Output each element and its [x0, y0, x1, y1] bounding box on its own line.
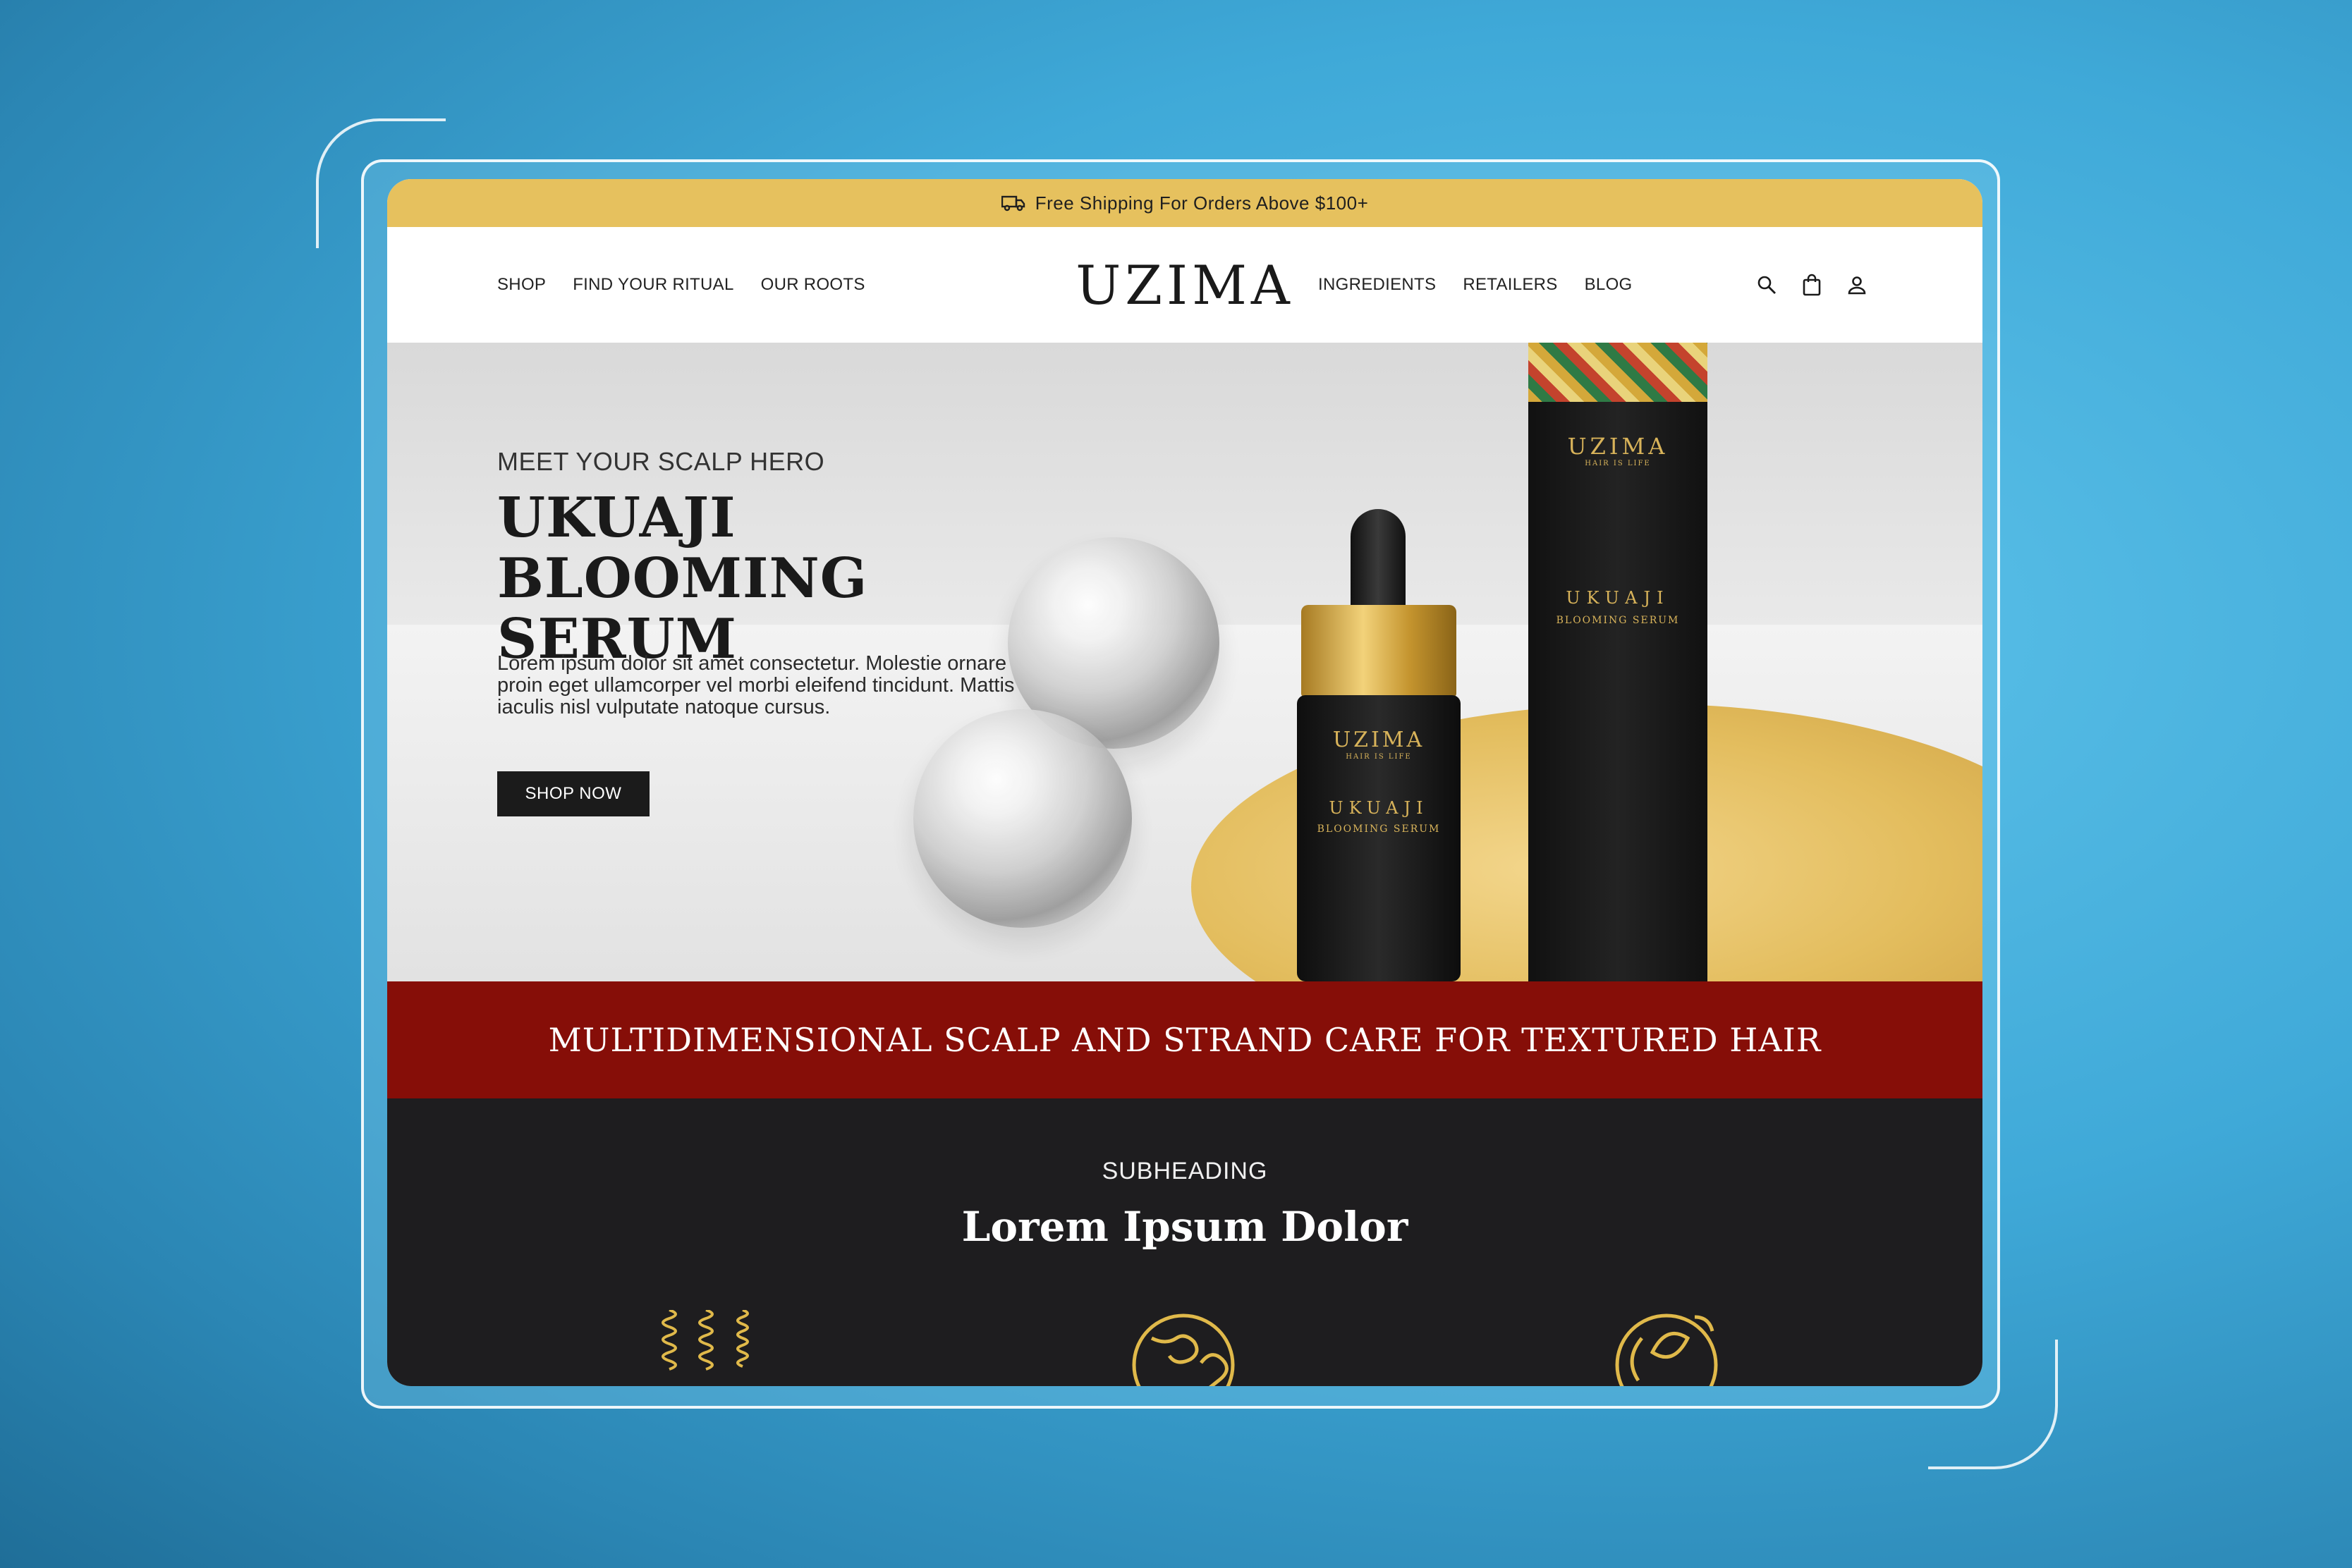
account-icon[interactable]	[1843, 271, 1871, 299]
box-brand-text: UZIMA	[1567, 433, 1669, 460]
section-subheading: SUBHEADING	[1102, 1158, 1268, 1184]
box-product-name: UKUAJI	[1566, 588, 1670, 608]
box-product-type: BLOOMING SERUM	[1556, 615, 1680, 626]
product-box-pattern	[1528, 343, 1707, 402]
section-title: Lorem Ipsum Dolor	[961, 1203, 1408, 1251]
nav-retailers[interactable]: RETAILERS	[1463, 275, 1557, 295]
features-section: SUBHEADING Lorem Ipsum Dolor	[387, 1098, 1982, 1386]
bottle-brand-text: UZIMA	[1332, 728, 1425, 752]
shop-now-button[interactable]: SHOP NOW	[497, 771, 650, 816]
globe-heart-icon	[1132, 1313, 1235, 1386]
bottle-cap-image	[1301, 605, 1456, 697]
bag-icon[interactable]	[1798, 271, 1826, 299]
bottle-product-name: UKUAJI	[1329, 798, 1429, 818]
search-icon[interactable]	[1753, 271, 1781, 299]
nav-ingredients[interactable]: INGREDIENTS	[1318, 275, 1436, 295]
site-header: SHOP FIND YOUR RITUAL OUR ROOTS UZIMA IN…	[387, 227, 1982, 343]
header-icons	[1753, 227, 1888, 343]
hero-title: UKUAJI BLOOMING SERUM	[497, 486, 868, 671]
glass-sphere-image	[913, 709, 1132, 928]
bottle-product-type: BLOOMING SERUM	[1317, 823, 1441, 835]
hero-section: UZIMA HAIR IS LIFE UKUAJI BLOOMING SERUM…	[387, 343, 1982, 981]
bottle-dropper-image	[1351, 509, 1406, 615]
nav-blog[interactable]: BLOG	[1585, 275, 1633, 295]
nav-right: INGREDIENTS RETAILERS BLOG	[1318, 227, 1659, 343]
announcement-text: Free Shipping For Orders Above $100+	[1035, 192, 1369, 214]
hero-description: Lorem ipsum dolor sit amet consectetur. …	[497, 652, 1015, 718]
announcement-bar: Free Shipping For Orders Above $100+	[387, 179, 1982, 227]
curls-icon	[662, 1310, 749, 1371]
box-tagline-text: HAIR IS LIFE	[1585, 460, 1651, 467]
bottle-tagline-text: HAIR IS LIFE	[1346, 753, 1412, 761]
brand-logo[interactable]: UZIMA	[387, 227, 1982, 343]
tagline-banner: MULTIDIMENSIONAL SCALP AND STRAND CARE F…	[387, 981, 1982, 1098]
leaf-cycle-icon	[1615, 1313, 1718, 1386]
hero-eyebrow: MEET YOUR SCALP HERO	[497, 447, 825, 476]
truck-icon	[1001, 195, 1025, 212]
website-screen: Free Shipping For Orders Above $100+ SHO…	[387, 179, 1982, 1386]
